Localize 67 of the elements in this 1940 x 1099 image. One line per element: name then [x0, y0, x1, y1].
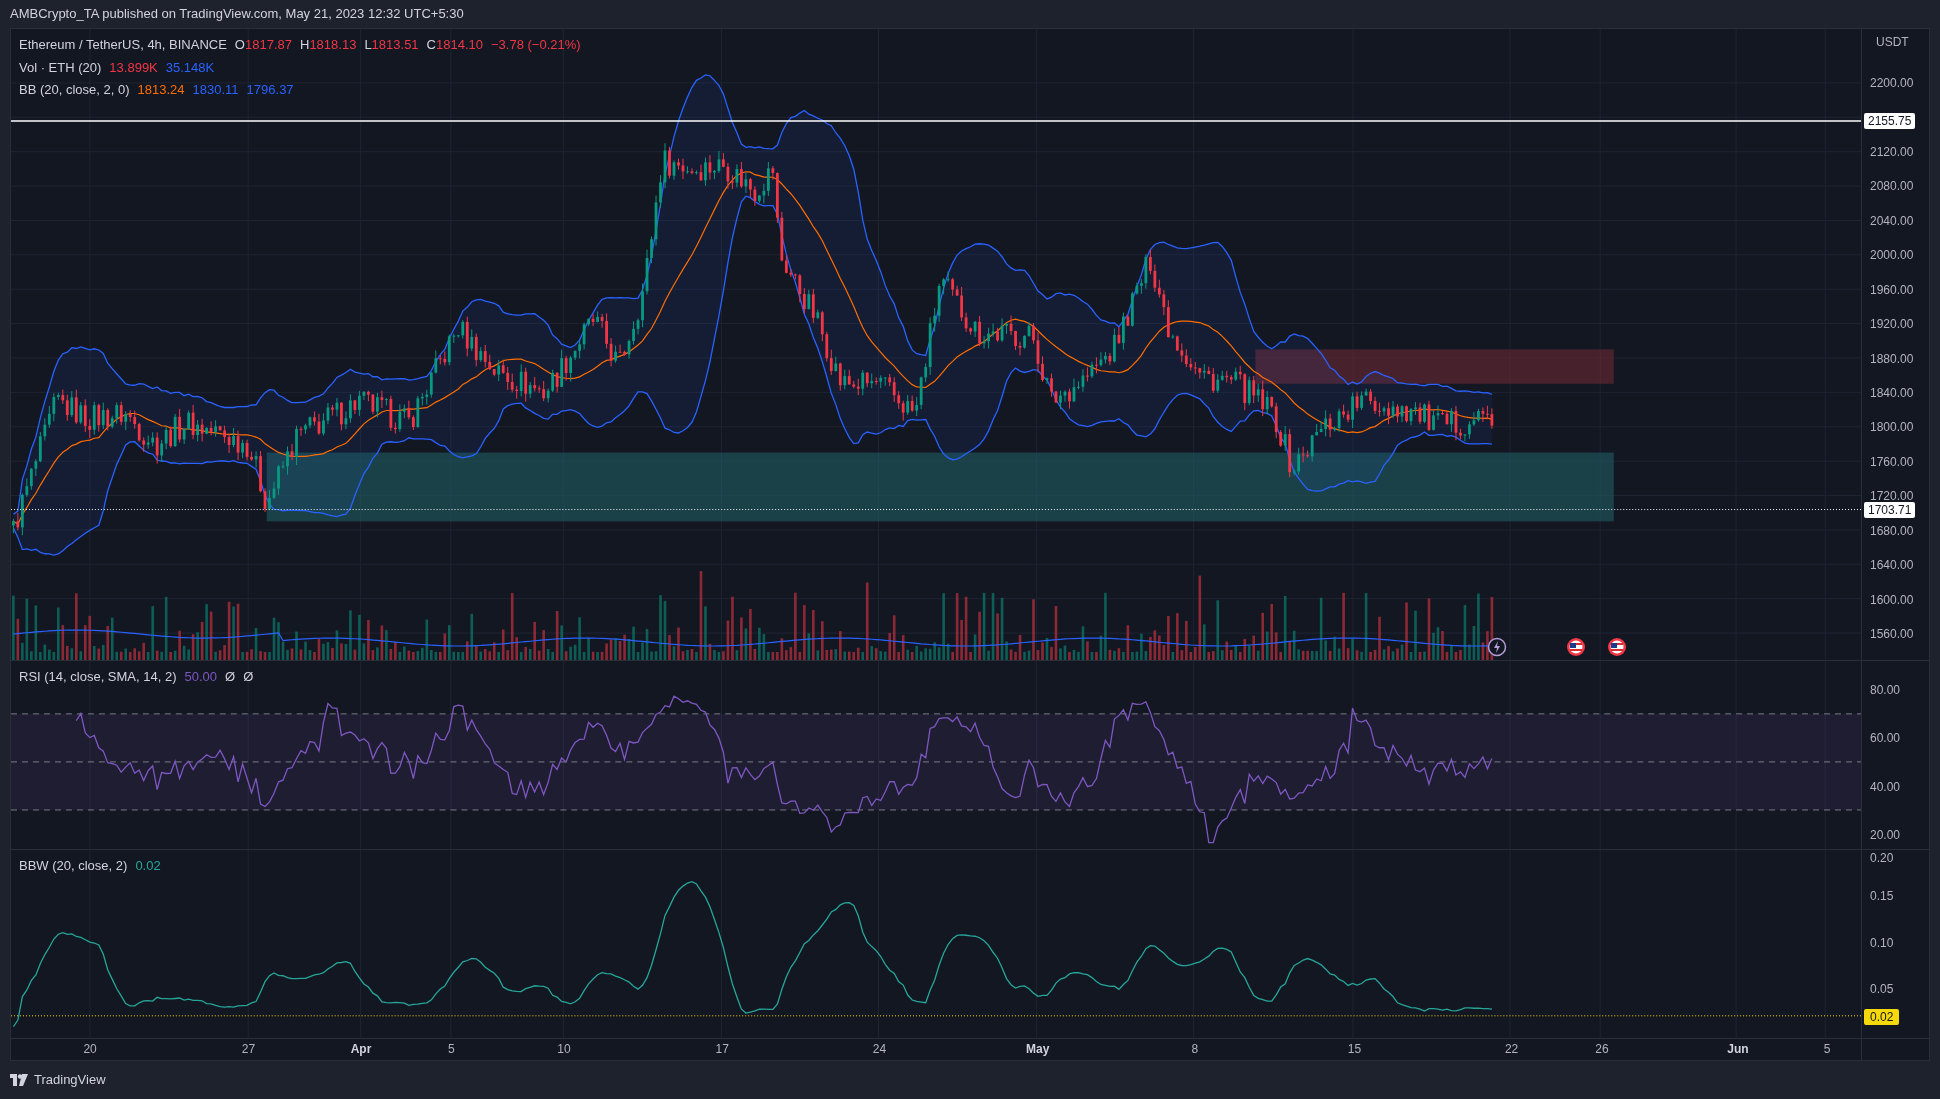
price-label: 2155.75: [1864, 113, 1916, 130]
price-tick: 1840.00: [1870, 385, 1914, 400]
date-tick: 10: [557, 1042, 571, 1056]
date-tick: Apr: [350, 1042, 372, 1056]
indicator-value: 1796.37: [246, 81, 294, 99]
ohlc-value: C1814.10: [426, 36, 483, 54]
price-tick: 1760.00: [1870, 454, 1914, 469]
currency-label: USDT: [1876, 34, 1909, 51]
price-tick: 1720.00: [1870, 489, 1914, 504]
rsi-tick: 20.00: [1870, 827, 1901, 842]
date-tick: 27: [241, 1042, 256, 1056]
indicator-value: 1830.11: [192, 81, 239, 99]
value-label: 0.02: [1864, 1008, 1900, 1025]
flag-icon[interactable]: [1565, 637, 1586, 657]
price-change: −3.78 (−0.21%): [491, 36, 581, 54]
indicator-value: 0.02: [135, 857, 161, 875]
price-tick: 2080.00: [1870, 179, 1914, 194]
indicator-value: 1813.24: [137, 81, 185, 99]
ohlc-value: L1813.51: [364, 36, 419, 54]
bbw-tick: 0.15: [1870, 889, 1894, 904]
rsi-tick: 40.00: [1870, 779, 1901, 794]
price-tick: 2120.00: [1870, 144, 1914, 159]
logo-icon: [10, 1074, 28, 1086]
rsi-tick: 80.00: [1870, 683, 1901, 697]
date-tick: 5: [1823, 1042, 1831, 1056]
bbw-tick: 0.20: [1870, 851, 1894, 865]
indicator-value: Ø: [225, 668, 236, 686]
price-tick: 1600.00: [1870, 592, 1914, 607]
bbw-tick: 0.10: [1870, 935, 1894, 950]
publish-line: AMBCrypto_TA published on TradingView.com, May 21, 2023 12:32 UTC+5:30: [10, 5, 464, 24]
date-tick: 22: [1504, 1042, 1519, 1056]
date-tick: 8: [1191, 1042, 1199, 1056]
price-tick: 1640.00: [1870, 558, 1914, 573]
price-tick: 1680.00: [1870, 523, 1914, 538]
date-tick: 26: [1595, 1042, 1609, 1056]
rsi-tick: 60.00: [1870, 731, 1901, 746]
price-tick: 1920.00: [1870, 317, 1914, 332]
indicator-value: Ø: [243, 668, 254, 686]
date-tick: 24: [872, 1042, 887, 1056]
indicator-value: 35.148K: [165, 58, 215, 77]
price-tick: 2200.00: [1870, 76, 1914, 90]
indicator-label: RSI (14, close, SMA, 14, 2): [19, 668, 177, 686]
date-tick: 15: [1347, 1042, 1362, 1056]
price-tick: 1880.00: [1870, 351, 1914, 366]
bbw-tick: 0.05: [1870, 981, 1894, 996]
date-tick: Jun: [1727, 1042, 1749, 1056]
ohlc-value: O1817.87: [234, 36, 292, 54]
lightning-icon[interactable]: [1486, 637, 1507, 657]
indicator-label: Vol · ETH (20): [19, 58, 102, 77]
date-tick: 17: [715, 1042, 729, 1056]
price-label: 1703.71: [1864, 502, 1916, 519]
symbol-title: Ethereum / TetherUS, 4h, BINANCE: [19, 36, 227, 54]
indicator-value: 13.899K: [109, 58, 158, 77]
price-tick: 1560.00: [1870, 627, 1914, 642]
price-tick: 2040.00: [1870, 213, 1914, 228]
price-tick: 1960.00: [1870, 282, 1914, 297]
price-tick: 2000.00: [1870, 248, 1914, 263]
date-tick: 20: [83, 1042, 97, 1056]
date-tick: May: [1026, 1042, 1050, 1056]
date-tick: 5: [448, 1042, 455, 1056]
indicator-value: 50.00: [184, 668, 218, 686]
indicator-label: BB (20, close, 2, 0): [19, 81, 130, 99]
brand-name: TradingView: [34, 1071, 106, 1090]
flag-icon[interactable]: [1606, 637, 1627, 657]
price-tick: 1800.00: [1870, 420, 1914, 435]
ohlc-value: H1818.13: [300, 36, 357, 54]
indicator-label: BBW (20, close, 2): [19, 857, 128, 875]
